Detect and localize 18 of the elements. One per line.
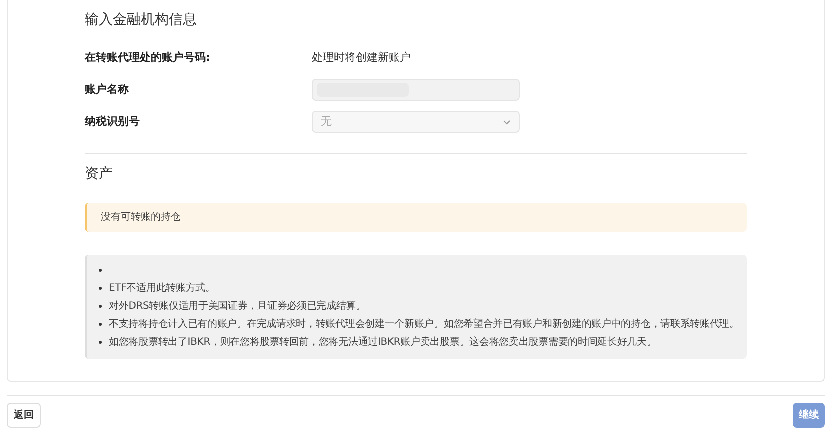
field-label: 账户名称 bbox=[85, 82, 130, 98]
assets-title: 资产 bbox=[85, 165, 114, 184]
note-text: ETF不适用此转账方式。 bbox=[109, 282, 216, 296]
section-title: 输入金融机构信息 bbox=[85, 11, 198, 30]
bullet-icon bbox=[99, 268, 102, 272]
note-text: 如您将股票转出了IBKR，则在您将股票转回前，您将无法通过IBKR账户卖出股票。这会将您卖出股票需要的时间延长好几天。 bbox=[109, 336, 657, 350]
note-text: 对外DRS转账仅适用于美国证券，且证券必须已完成结算。 bbox=[109, 300, 366, 314]
note-text: 不支持将持仓计入已有的账户。在完成请求时，转账代理会创建一个新账户。如您希望合并已有账户和新创建的账户中的持仓，请联系转账代理。 bbox=[109, 318, 740, 332]
notice-banner: 没有可转账的持仓 bbox=[85, 203, 747, 232]
bullet-icon bbox=[99, 304, 102, 308]
field-label: 在转账代理处的账户号码: bbox=[85, 50, 212, 66]
back-button[interactable]: 返回 bbox=[7, 403, 41, 428]
bullet-icon bbox=[99, 322, 102, 326]
bullet-icon bbox=[99, 286, 102, 290]
chevron-down-icon bbox=[503, 120, 511, 124]
field-value: 处理时将创建新账户 bbox=[312, 50, 411, 66]
bullet-icon bbox=[99, 340, 102, 344]
field-label: 纳税识别号 bbox=[85, 114, 141, 130]
